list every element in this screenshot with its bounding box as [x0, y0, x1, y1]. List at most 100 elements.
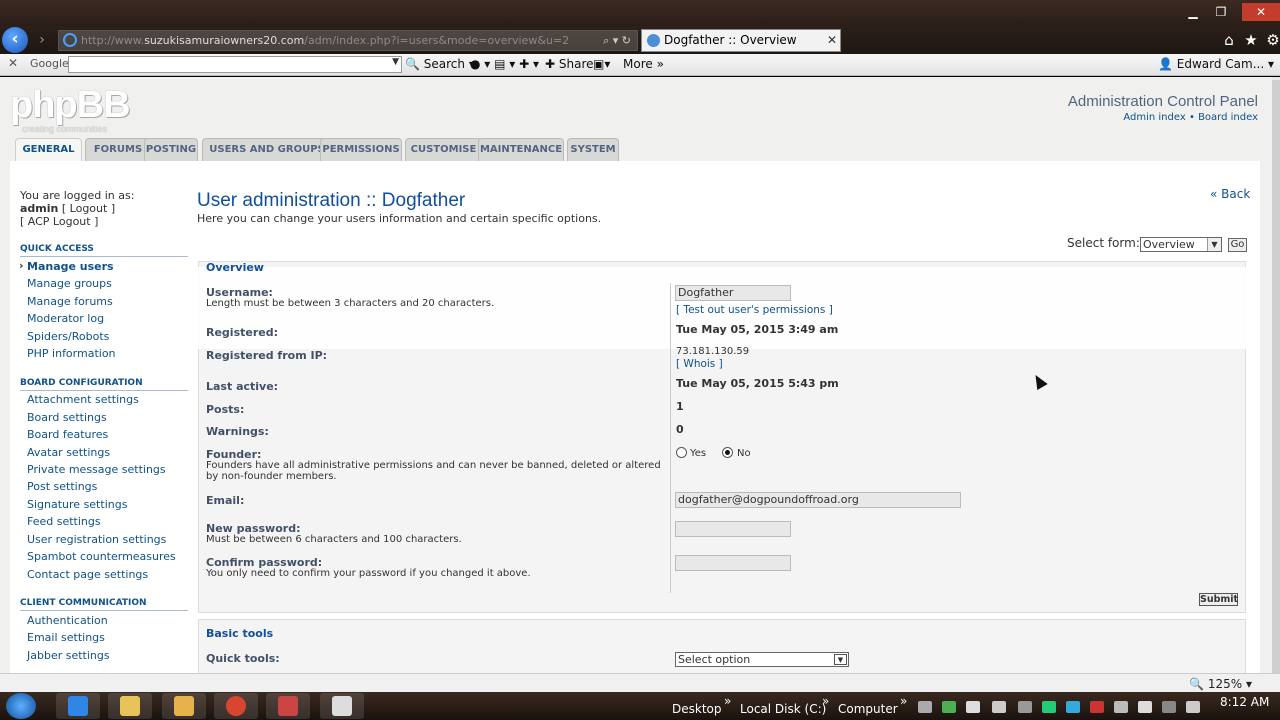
logout-link[interactable]: [ Logout ] — [62, 202, 115, 215]
tray-icon[interactable] — [1042, 701, 1056, 713]
sidebar-item-private-message-settings[interactable]: Private message settings — [27, 463, 166, 476]
mail-icon — [174, 696, 194, 716]
back-button[interactable]: ‹ — [2, 27, 28, 53]
search-refresh-icons[interactable]: ⌕ ▾ ↻ — [603, 31, 631, 50]
settings-gear-icon[interactable]: ⚙ — [1262, 30, 1280, 50]
tray-icon[interactable] — [1018, 701, 1032, 713]
toolbar-search-button[interactable]: 🔍 Search ▾ — [405, 57, 475, 71]
sidebar-item-signature-settings[interactable]: Signature settings — [27, 498, 127, 511]
chrome-icon — [226, 696, 246, 716]
sidebar-item-board-features[interactable]: Board features — [27, 428, 108, 441]
zoom-control[interactable]: 🔍 125% ▾ — [1189, 677, 1252, 691]
go-button[interactable]: Go — [1228, 238, 1247, 252]
admin-index-link[interactable]: Admin index — [1123, 112, 1185, 123]
sidebar-item-email-settings[interactable]: Email settings — [27, 631, 105, 644]
sidebar-item-manage-groups[interactable]: Manage groups — [27, 277, 112, 290]
sidebar-item-avatar-settings[interactable]: Avatar settings — [27, 446, 110, 459]
cloud-icon[interactable] — [966, 701, 980, 713]
tab-active[interactable]: Dogfather :: Overview ✕ — [641, 29, 841, 52]
phpbb-logo[interactable]: phpBB creating communities — [10, 84, 131, 134]
sidebar-item-board-settings[interactable]: Board settings — [27, 411, 107, 424]
select-form-dropdown[interactable]: Overview ▼ — [1140, 237, 1222, 252]
confirm-password-field[interactable] — [675, 555, 791, 571]
flag-icon[interactable] — [1114, 701, 1128, 713]
board-index-link[interactable]: Board index — [1198, 112, 1258, 123]
page-scrollbar[interactable] — [1272, 77, 1280, 675]
taskbar-local-disk[interactable]: Local Disk (C:) — [740, 702, 826, 716]
acp-logout-link[interactable]: [ ACP Logout ] — [20, 215, 98, 228]
test-permissions-link[interactable]: [ Test out user's permissions ] — [676, 304, 833, 316]
back-link[interactable]: « Back — [1210, 187, 1250, 201]
chevron-down-icon: ▼ — [1207, 238, 1221, 251]
taskbar-chrome[interactable] — [214, 693, 258, 719]
tab-permissions[interactable]: PERMISSIONS — [320, 138, 402, 161]
sidebar-item-contact-page-settings[interactable]: Contact page settings — [27, 568, 148, 581]
home-icon[interactable]: ⌂ — [1218, 30, 1240, 50]
taskbar-mail[interactable] — [162, 693, 206, 719]
taskbar-clock[interactable]: 8:12 AM — [1220, 695, 1269, 709]
sidebar-item-moderator-log[interactable]: Moderator log — [27, 312, 104, 325]
tray-icon[interactable] — [992, 701, 1006, 713]
taskbar-ie[interactable] — [56, 693, 100, 719]
sidebar-item-attachment-settings[interactable]: Attachment settings — [27, 393, 139, 406]
drive-icon[interactable] — [942, 701, 956, 713]
taskbar-desktop[interactable]: Desktop — [672, 702, 722, 716]
toolbar-user-button[interactable]: 👤 Edward Cam... ▾ — [1158, 57, 1274, 71]
tab-forums[interactable]: FORUMS — [85, 138, 151, 161]
quick-tools-dropdown[interactable]: Select option ▼ — [675, 652, 849, 667]
sidebar-item-feed-settings[interactable]: Feed settings — [27, 515, 101, 528]
toolbar-share-button[interactable]: ✚ Share — [545, 57, 594, 71]
close-window-button[interactable]: ✕ — [1242, 3, 1280, 21]
registered-label: Registered: — [206, 326, 278, 339]
forward-button[interactable]: › — [32, 31, 52, 49]
minimize-button[interactable]: ▁ — [1180, 3, 1206, 21]
taskbar-apps[interactable] — [266, 693, 310, 719]
apps-grid-icon — [278, 696, 298, 716]
founder-no-radio[interactable] — [722, 447, 733, 458]
sidebar-item-jabber-settings[interactable]: Jabber settings — [27, 649, 110, 662]
username-field[interactable]: Dogfather — [675, 285, 791, 301]
sidebar-item-manage-forums[interactable]: Manage forums — [27, 295, 113, 308]
toolbar-sidebar-icon[interactable]: ▣▾ — [593, 57, 610, 71]
scrollbar-thumb[interactable] — [1272, 80, 1280, 675]
sidebar-item-spambot-countermeasures[interactable]: Spambot countermeasures — [27, 550, 176, 563]
favorites-star-icon[interactable]: ★ — [1240, 30, 1262, 50]
tab-customise[interactable]: CUSTOMISE — [405, 138, 482, 161]
maximize-button[interactable]: ❐ — [1208, 3, 1234, 21]
tab-maintenance[interactable]: MAINTENANCE — [478, 138, 564, 161]
sidebar-item-user-registration-settings[interactable]: User registration settings — [27, 533, 166, 546]
start-button[interactable] — [6, 693, 36, 719]
tab-users-and-groups[interactable]: USERS AND GROUPS — [202, 138, 332, 161]
tab-general[interactable]: GENERAL — [15, 138, 82, 163]
chevron-down-icon[interactable]: ▼ — [392, 57, 399, 67]
board-configuration-heading: BOARD CONFIGURATION — [20, 378, 188, 391]
email-field[interactable]: dogfather@dogpoundoffroad.org — [675, 492, 961, 508]
address-bar[interactable]: http://www.suzukisamuraiowners20.com/adm… — [58, 30, 638, 51]
volume-icon[interactable] — [1186, 701, 1200, 713]
tray-icon[interactable] — [1090, 701, 1104, 713]
sidebar-item-spiders-robots[interactable]: Spiders/Robots — [27, 330, 109, 343]
battery-icon[interactable] — [1162, 701, 1176, 713]
quick-tools-label: Quick tools: — [206, 652, 280, 665]
sidebar-item-authentication[interactable]: Authentication — [27, 614, 108, 627]
google-search-input[interactable]: ▼ — [68, 56, 402, 73]
taskbar-computer[interactable]: Computer — [838, 702, 898, 716]
network-icon[interactable] — [1138, 701, 1152, 713]
sidebar-item-manage-users[interactable]: Manage users — [19, 259, 114, 273]
toolbar-close-icon[interactable]: ✕ — [8, 56, 18, 70]
tray-icon[interactable] — [918, 701, 932, 713]
sidebar-item-post-settings[interactable]: Post settings — [27, 480, 97, 493]
new-password-field[interactable] — [675, 521, 791, 537]
close-tab-icon[interactable]: ✕ — [827, 30, 837, 51]
whois-link[interactable]: [ Whois ] — [676, 358, 723, 370]
tray-icon[interactable] — [1066, 701, 1080, 713]
toolbar-more-button[interactable]: More » — [623, 57, 664, 71]
founder-yes-radio[interactable] — [676, 447, 687, 458]
toolbar-tools-icons[interactable]: ● ▾ ▤ ▾ ✚ ▾ — [470, 57, 539, 71]
tab-posting[interactable]: POSTING — [144, 138, 198, 161]
taskbar-window[interactable] — [320, 693, 364, 719]
submit-button[interactable]: Submit — [1199, 593, 1238, 606]
taskbar-explorer[interactable] — [108, 693, 152, 719]
sidebar-item-php-information[interactable]: PHP information — [27, 347, 116, 360]
tab-system[interactable]: SYSTEM — [567, 138, 619, 161]
